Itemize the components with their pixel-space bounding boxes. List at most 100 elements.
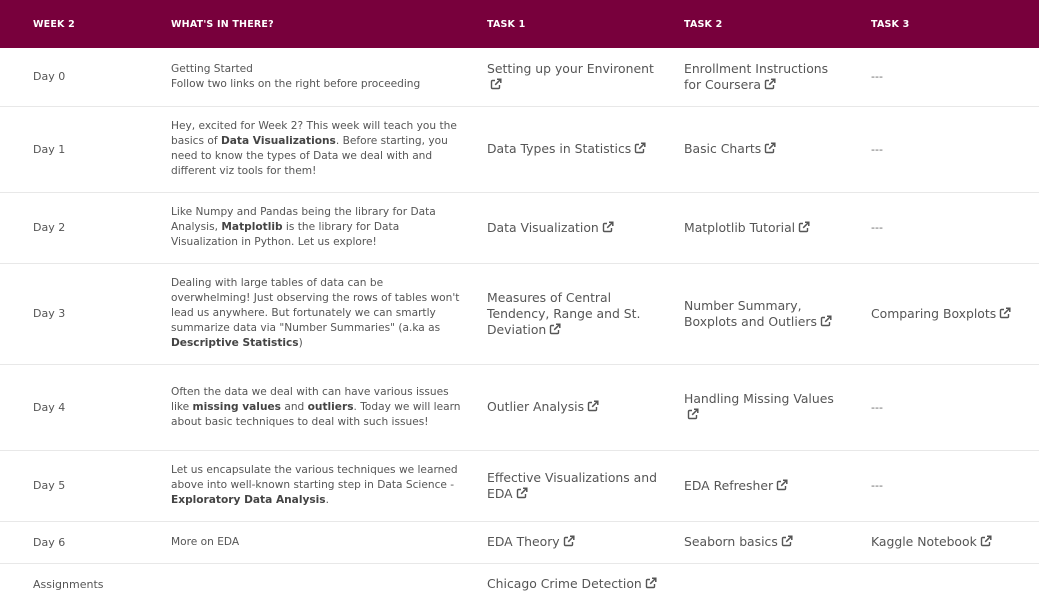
- task-2-cell: Handling Missing Values: [684, 364, 871, 451]
- task-1-cell: Outlier Analysis: [487, 364, 684, 451]
- day-label: Day 6: [0, 521, 171, 564]
- external-link-icon: [764, 78, 776, 90]
- description-text: Getting Started: [171, 62, 253, 75]
- external-link-icon: [587, 400, 599, 412]
- task-1-cell-link[interactable]: Chicago Crime Detection: [487, 576, 657, 591]
- empty-task-marker: ---: [871, 479, 883, 492]
- day-description: Hey, excited for Week 2? This week will …: [171, 106, 487, 193]
- external-link-icon: [820, 314, 832, 327]
- task-2-cell-link[interactable]: Matplotlib Tutorial: [684, 220, 810, 235]
- task-3-cell-link[interactable]: Comparing Boxplots: [871, 306, 1011, 321]
- task-link-label: Kaggle Notebook: [871, 534, 977, 549]
- task-1-cell-link[interactable]: Setting up your Environent: [487, 61, 654, 92]
- external-link-icon: [549, 322, 561, 335]
- task-link-label: Data Types in Statistics: [487, 141, 632, 156]
- description-text: .: [325, 494, 329, 506]
- task-link-label: Enrollment Instructions for Coursera: [684, 60, 829, 92]
- table-row: Day 0 Getting Started Follow two links on …: [0, 48, 1039, 107]
- task-2-cell-link[interactable]: Number Summary, Boxplots and Outliers: [684, 298, 832, 329]
- task-3-cell: [871, 563, 1039, 603]
- task-2-cell: [684, 563, 871, 603]
- external-link-icon: [687, 408, 699, 420]
- task-2-cell-link[interactable]: EDA Refresher: [684, 478, 788, 493]
- task-link-label: Number Summary, Boxplots and Outliers: [684, 297, 817, 329]
- external-link-icon: [516, 486, 528, 499]
- task-1-cell-link[interactable]: Data Types in Statistics: [487, 141, 646, 156]
- task-1-cell: Measures of Central Tendency, Range and …: [487, 263, 684, 365]
- task-3-cell: ---: [871, 106, 1039, 193]
- task-1-cell-link[interactable]: Data Visualization: [487, 220, 614, 235]
- day-description: Getting Started Follow two links on the r…: [171, 48, 487, 107]
- task-1-cell-link[interactable]: Effective Visualizations and EDA: [487, 470, 657, 501]
- task-link-label: Outlier Analysis: [487, 399, 585, 414]
- header-task-2: TASK 2: [684, 18, 723, 30]
- day-label: Day 3: [0, 263, 171, 365]
- empty-task-marker: ---: [871, 142, 883, 156]
- task-2-cell-link[interactable]: Seaborn basics: [684, 534, 793, 549]
- task-2-cell: Seaborn basics: [684, 521, 871, 564]
- description-text: and: [280, 400, 308, 413]
- task-link-label: Data Visualization: [487, 219, 599, 235]
- task-link-label: Measures of Central Tendency, Range and …: [487, 289, 641, 337]
- table-row: Day 2 Like Numpy and Pandas being the lib…: [0, 192, 1039, 264]
- task-link-label: EDA Refresher: [684, 477, 774, 493]
- task-1-cell-link[interactable]: EDA Theory: [487, 534, 575, 549]
- day-description: Like Numpy and Pandas being the library …: [171, 192, 487, 264]
- task-3-cell: ---: [871, 450, 1039, 522]
- day-label: Day 1: [0, 106, 171, 193]
- task-2-cell: Matplotlib Tutorial: [684, 192, 871, 264]
- curriculum-table: WEEK 2 WHAT'S IN THERE? TASK 1 TASK 2 TA…: [0, 0, 1039, 603]
- task-2-cell-link[interactable]: Enrollment Instructions for Coursera: [684, 61, 828, 92]
- task-2-cell-link[interactable]: Basic Charts: [684, 141, 776, 156]
- table-row: Day 1 Hey, excited for Week 2? This week …: [0, 106, 1039, 193]
- external-link-icon: [980, 535, 992, 547]
- task-2-cell: EDA Refresher: [684, 450, 871, 522]
- task-3-cell: Comparing Boxplots: [871, 263, 1039, 365]
- task-1-cell: Effective Visualizations and EDA: [487, 450, 684, 522]
- external-link-icon: [634, 142, 646, 154]
- header-task-1: TASK 1: [487, 18, 526, 30]
- description-text: More on EDA: [171, 535, 240, 548]
- day-label: Day 4: [0, 364, 171, 451]
- external-link-icon: [764, 142, 776, 154]
- table-row: Assignments Chicago Crime Detection: [0, 563, 1039, 603]
- task-link-label: Seaborn basics: [684, 534, 778, 549]
- external-link-icon: [798, 220, 810, 233]
- task-2-cell-link[interactable]: Handling Missing Values: [684, 391, 834, 422]
- task-1-cell: Chicago Crime Detection: [487, 563, 684, 603]
- task-1-cell: EDA Theory: [487, 521, 684, 564]
- external-link-icon: [563, 535, 575, 547]
- table-header-row: WEEK 2 WHAT'S IN THERE? TASK 1 TASK 2 TA…: [0, 0, 1039, 48]
- header-whats-in-there: WHAT'S IN THERE?: [171, 18, 274, 30]
- task-link-label: EDA Theory: [487, 534, 560, 549]
- task-3-cell: ---: [871, 48, 1039, 107]
- description-highlight: outliers: [307, 400, 354, 413]
- task-1-cell: Data Visualization: [487, 192, 684, 264]
- task-link-label: Effective Visualizations and EDA: [487, 469, 657, 501]
- header-week: WEEK 2: [33, 18, 75, 30]
- table-body: Day 0 Getting Started Follow two links on …: [0, 48, 1039, 603]
- description-text: Dealing with large tables of data can be…: [171, 277, 460, 334]
- empty-task-marker: ---: [871, 400, 883, 414]
- task-link-label: Matplotlib Tutorial: [684, 219, 796, 235]
- day-description: Dealing with large tables of data can be…: [171, 263, 487, 365]
- task-link-label: Handling Missing Values: [684, 391, 834, 406]
- external-link-icon: [645, 577, 657, 589]
- task-link-label: Chicago Crime Detection: [487, 576, 642, 591]
- external-link-icon: [999, 306, 1011, 319]
- task-3-cell-link[interactable]: Kaggle Notebook: [871, 534, 992, 549]
- day-description: Let us encapsulate the various technique…: [171, 450, 487, 522]
- day-description: Often the data we deal with can have var…: [171, 364, 487, 451]
- external-link-icon: [602, 220, 614, 233]
- task-2-cell: Enrollment Instructions for Coursera: [684, 48, 871, 107]
- empty-task-marker: ---: [871, 70, 883, 84]
- task-1-cell-link[interactable]: Measures of Central Tendency, Range and …: [487, 290, 640, 337]
- day-label: Day 0: [0, 48, 171, 107]
- task-3-cell: ---: [871, 364, 1039, 451]
- task-1-cell-link[interactable]: Outlier Analysis: [487, 399, 599, 414]
- task-1-cell: Data Types in Statistics: [487, 106, 684, 193]
- description-highlight: Exploratory Data Analysis: [171, 494, 326, 506]
- table-row: Day 4 Often the data we deal with can hav…: [0, 364, 1039, 451]
- description-highlight: Descriptive Statistics: [171, 337, 299, 349]
- description-highlight: Data Visualizations: [220, 135, 336, 147]
